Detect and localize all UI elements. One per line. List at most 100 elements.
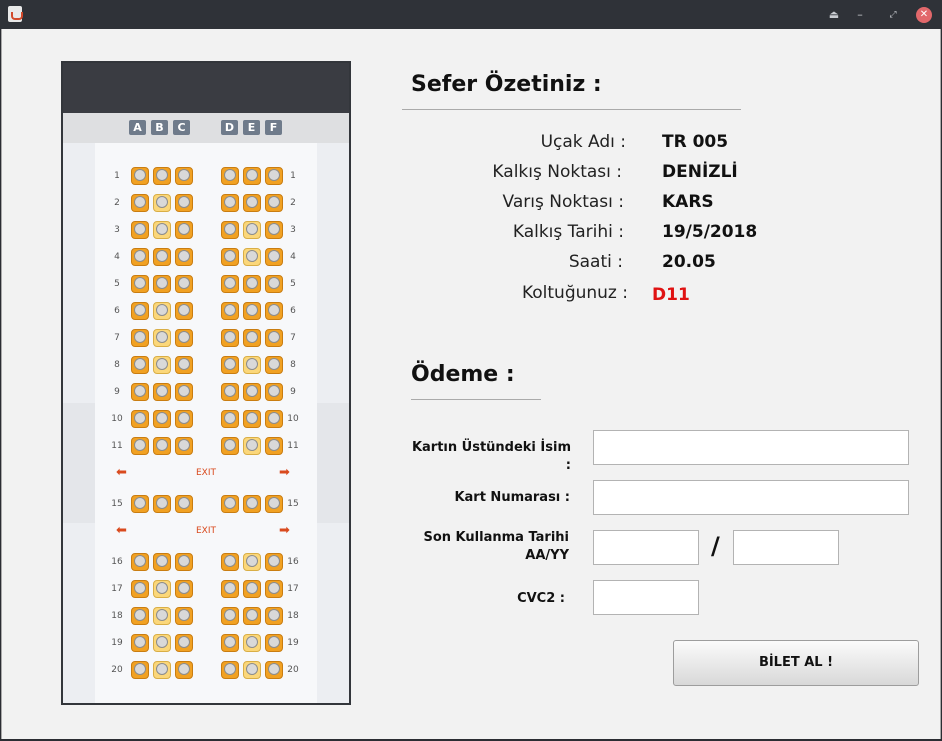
seat-17a[interactable]: [131, 580, 149, 598]
seat-9a[interactable]: [131, 383, 149, 401]
seat-19c[interactable]: [175, 634, 193, 652]
seat-6b[interactable]: [153, 302, 171, 320]
seat-11d[interactable]: [221, 437, 239, 455]
seat-18a[interactable]: [131, 607, 149, 625]
seat-15b[interactable]: [153, 495, 171, 513]
seat-19e[interactable]: [243, 634, 261, 652]
seat-2f[interactable]: [265, 194, 283, 212]
seat-1e[interactable]: [243, 167, 261, 185]
seat-10d[interactable]: [221, 410, 239, 428]
cvc-input[interactable]: [593, 580, 699, 615]
seat-18c[interactable]: [175, 607, 193, 625]
seat-2d[interactable]: [221, 194, 239, 212]
seat-5e[interactable]: [243, 275, 261, 293]
seat-9f[interactable]: [265, 383, 283, 401]
seat-20c[interactable]: [175, 661, 193, 679]
expiry-month-input[interactable]: [593, 530, 699, 565]
seat-16a[interactable]: [131, 553, 149, 571]
seat-4e[interactable]: [243, 248, 261, 266]
seat-20e[interactable]: [243, 661, 261, 679]
seat-9b[interactable]: [153, 383, 171, 401]
seat-8f[interactable]: [265, 356, 283, 374]
seat-10b[interactable]: [153, 410, 171, 428]
seat-18f[interactable]: [265, 607, 283, 625]
seat-17d[interactable]: [221, 580, 239, 598]
seat-20f[interactable]: [265, 661, 283, 679]
seat-2a[interactable]: [131, 194, 149, 212]
seat-18b[interactable]: [153, 607, 171, 625]
seat-16f[interactable]: [265, 553, 283, 571]
seat-4d[interactable]: [221, 248, 239, 266]
seat-16e[interactable]: [243, 553, 261, 571]
eject-icon[interactable]: ⏏: [826, 7, 842, 23]
seat-19a[interactable]: [131, 634, 149, 652]
seat-7b[interactable]: [153, 329, 171, 347]
seat-7f[interactable]: [265, 329, 283, 347]
seat-2b[interactable]: [153, 194, 171, 212]
expiry-year-input[interactable]: [733, 530, 839, 565]
seat-7c[interactable]: [175, 329, 193, 347]
seat-11c[interactable]: [175, 437, 193, 455]
seat-7a[interactable]: [131, 329, 149, 347]
seat-17c[interactable]: [175, 580, 193, 598]
seat-17f[interactable]: [265, 580, 283, 598]
seat-6a[interactable]: [131, 302, 149, 320]
seat-1d[interactable]: [221, 167, 239, 185]
seat-4c[interactable]: [175, 248, 193, 266]
seat-2e[interactable]: [243, 194, 261, 212]
seat-18e[interactable]: [243, 607, 261, 625]
seat-10e[interactable]: [243, 410, 261, 428]
seat-4b[interactable]: [153, 248, 171, 266]
seat-17e[interactable]: [243, 580, 261, 598]
seat-5c[interactable]: [175, 275, 193, 293]
seat-10a[interactable]: [131, 410, 149, 428]
seat-3f[interactable]: [265, 221, 283, 239]
seat-15a[interactable]: [131, 495, 149, 513]
seat-8b[interactable]: [153, 356, 171, 374]
seat-16d[interactable]: [221, 553, 239, 571]
seat-18d[interactable]: [221, 607, 239, 625]
seat-6c[interactable]: [175, 302, 193, 320]
seat-6f[interactable]: [265, 302, 283, 320]
seat-4f[interactable]: [265, 248, 283, 266]
seat-20b[interactable]: [153, 661, 171, 679]
seat-8d[interactable]: [221, 356, 239, 374]
seat-15e[interactable]: [243, 495, 261, 513]
seat-1a[interactable]: [131, 167, 149, 185]
seat-6d[interactable]: [221, 302, 239, 320]
seat-3d[interactable]: [221, 221, 239, 239]
seat-1f[interactable]: [265, 167, 283, 185]
seat-1c[interactable]: [175, 167, 193, 185]
seat-7e[interactable]: [243, 329, 261, 347]
close-icon[interactable]: ✕: [916, 7, 932, 23]
seat-11e[interactable]: [243, 437, 261, 455]
seat-3a[interactable]: [131, 221, 149, 239]
seat-5a[interactable]: [131, 275, 149, 293]
seat-5f[interactable]: [265, 275, 283, 293]
seat-19f[interactable]: [265, 634, 283, 652]
seat-3b[interactable]: [153, 221, 171, 239]
seat-8e[interactable]: [243, 356, 261, 374]
seat-5d[interactable]: [221, 275, 239, 293]
seat-10c[interactable]: [175, 410, 193, 428]
seat-20d[interactable]: [221, 661, 239, 679]
seat-8c[interactable]: [175, 356, 193, 374]
seat-6e[interactable]: [243, 302, 261, 320]
seat-17b[interactable]: [153, 580, 171, 598]
seat-4a[interactable]: [131, 248, 149, 266]
seat-2c[interactable]: [175, 194, 193, 212]
seat-19b[interactable]: [153, 634, 171, 652]
seat-3c[interactable]: [175, 221, 193, 239]
seat-11b[interactable]: [153, 437, 171, 455]
seat-10f[interactable]: [265, 410, 283, 428]
seat-19d[interactable]: [221, 634, 239, 652]
seat-1b[interactable]: [153, 167, 171, 185]
seat-8a[interactable]: [131, 356, 149, 374]
seat-11a[interactable]: [131, 437, 149, 455]
seat-5b[interactable]: [153, 275, 171, 293]
seat-16b[interactable]: [153, 553, 171, 571]
seat-3e[interactable]: [243, 221, 261, 239]
card-number-input[interactable]: [593, 480, 909, 515]
seat-16c[interactable]: [175, 553, 193, 571]
buy-ticket-button[interactable]: BİLET AL !: [673, 640, 919, 686]
